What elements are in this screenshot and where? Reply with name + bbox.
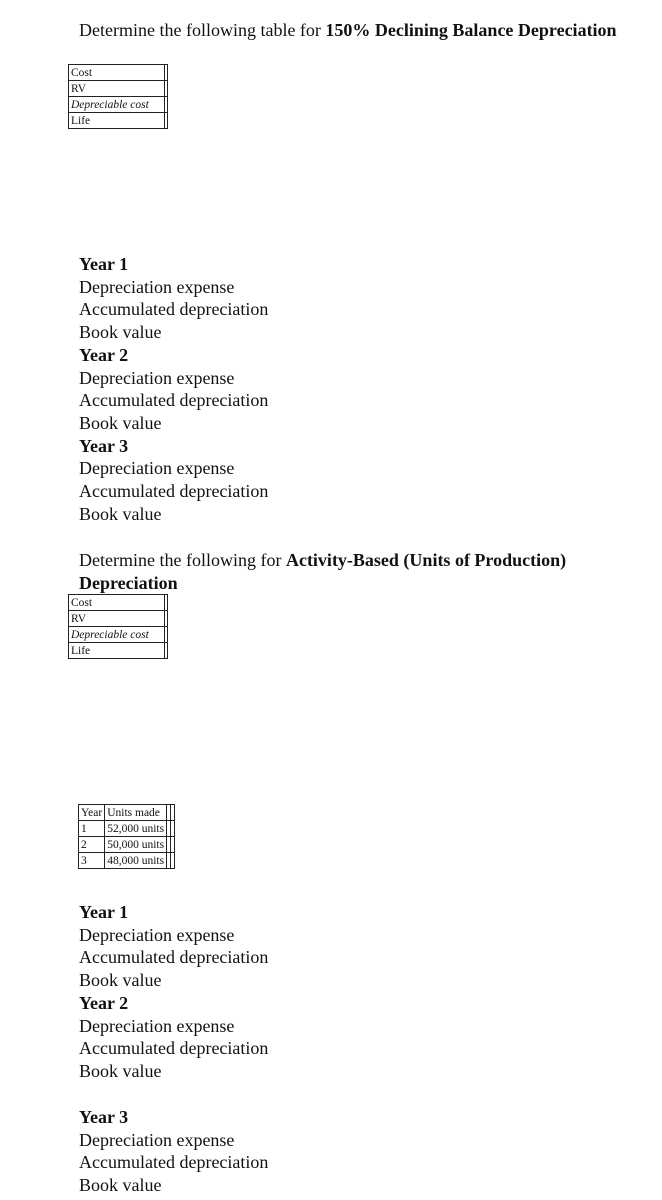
accumulated-depreciation-label: Accumulated depreciation [79, 481, 269, 502]
book-value-label: Book value [79, 1060, 162, 1081]
section1-heading-bold: 150% Declining Balance Depreciation [325, 20, 617, 40]
book-value-label: Book value [79, 970, 162, 991]
accumulated-depreciation-label: Accumulated depreciation [79, 390, 269, 411]
year-title: Year 2 [79, 992, 129, 1013]
units-made-table: Year Units made 1 52,000 units 2 50,000 … [77, 804, 176, 869]
table-row: Life [68, 642, 168, 659]
year-cell: 1 [77, 820, 106, 837]
empty-cell[interactable] [170, 820, 176, 837]
section1-years: Year 1 Depreciation expense Accumulated … [79, 253, 268, 525]
units-cell: 52,000 units [104, 820, 168, 837]
rv-value[interactable] [164, 80, 168, 97]
section1-heading: Determine the following table for 150% D… [79, 19, 639, 42]
section2-heading-prefix: Determine the following for [79, 550, 286, 570]
year-cell: 3 [77, 852, 106, 869]
units-header: Units made [104, 804, 168, 821]
section1-heading-prefix: Determine the following table for [79, 20, 326, 40]
year-title: Year 3 [79, 1107, 129, 1127]
section2-year-3: Year 3 Depreciation expense Accumulated … [79, 1106, 268, 1197]
table-row: Life [68, 112, 168, 129]
year-title: Year 3 [79, 435, 129, 456]
depreciable-cost-label: Depreciable cost [68, 626, 165, 643]
cost-label: Cost [68, 594, 165, 611]
section2-heading: Determine the following for Activity-Bas… [79, 549, 639, 595]
cost-value[interactable] [164, 64, 168, 81]
section2-years-1-2: Year 1 Depreciation expense Accumulated … [79, 901, 268, 1083]
depreciable-cost-value[interactable] [164, 96, 168, 113]
units-cell: 50,000 units [104, 836, 168, 853]
depreciation-expense-label: Depreciation expense [79, 276, 235, 297]
section2-cost-table: Cost RV Depreciable cost Life [68, 594, 168, 659]
cost-label: Cost [68, 64, 165, 81]
year-title: Year 2 [79, 344, 129, 365]
life-label: Life [68, 112, 165, 129]
depreciation-expense-label: Depreciation expense [79, 458, 235, 479]
year-title: Year 1 [79, 254, 129, 274]
section1-cost-table: Cost RV Depreciable cost Life [68, 64, 168, 129]
depreciation-expense-label: Depreciation expense [79, 1015, 235, 1036]
year-title: Year 1 [79, 902, 129, 922]
depreciation-expense-label: Depreciation expense [79, 367, 235, 388]
table-row: RV [68, 610, 168, 627]
accumulated-depreciation-label: Accumulated depreciation [79, 299, 269, 320]
empty-cell[interactable] [170, 804, 176, 821]
rv-value[interactable] [164, 610, 168, 627]
life-label: Life [68, 642, 165, 659]
life-value[interactable] [164, 112, 168, 129]
table-row: Depreciable cost [68, 96, 168, 113]
units-cell: 48,000 units [104, 852, 168, 869]
table-row: Depreciable cost [68, 626, 168, 643]
table-header-row: Year Units made [77, 804, 176, 821]
accumulated-depreciation-label: Accumulated depreciation [79, 1038, 269, 1059]
depreciable-cost-label: Depreciable cost [68, 96, 165, 113]
year-header: Year [77, 804, 106, 821]
table-row: 2 50,000 units [77, 836, 176, 853]
depreciation-expense-label: Depreciation expense [79, 924, 235, 945]
book-value-label: Book value [79, 1175, 162, 1196]
empty-cell[interactable] [170, 836, 176, 853]
table-row: 3 48,000 units [77, 852, 176, 869]
table-row: RV [68, 80, 168, 97]
table-row: 1 52,000 units [77, 820, 176, 837]
table-row: Cost [68, 594, 168, 611]
depreciation-expense-label: Depreciation expense [79, 1129, 235, 1150]
life-value[interactable] [164, 642, 168, 659]
accumulated-depreciation-label: Accumulated depreciation [79, 947, 269, 968]
depreciable-cost-value[interactable] [164, 626, 168, 643]
table-row: Cost [68, 64, 168, 81]
book-value-label: Book value [79, 322, 162, 343]
rv-label: RV [68, 80, 165, 97]
book-value-label: Book value [79, 412, 162, 433]
year-cell: 2 [77, 836, 106, 853]
accumulated-depreciation-label: Accumulated depreciation [79, 1152, 269, 1173]
cost-value[interactable] [164, 594, 168, 611]
rv-label: RV [68, 610, 165, 627]
empty-cell[interactable] [170, 852, 176, 869]
book-value-label: Book value [79, 503, 162, 524]
